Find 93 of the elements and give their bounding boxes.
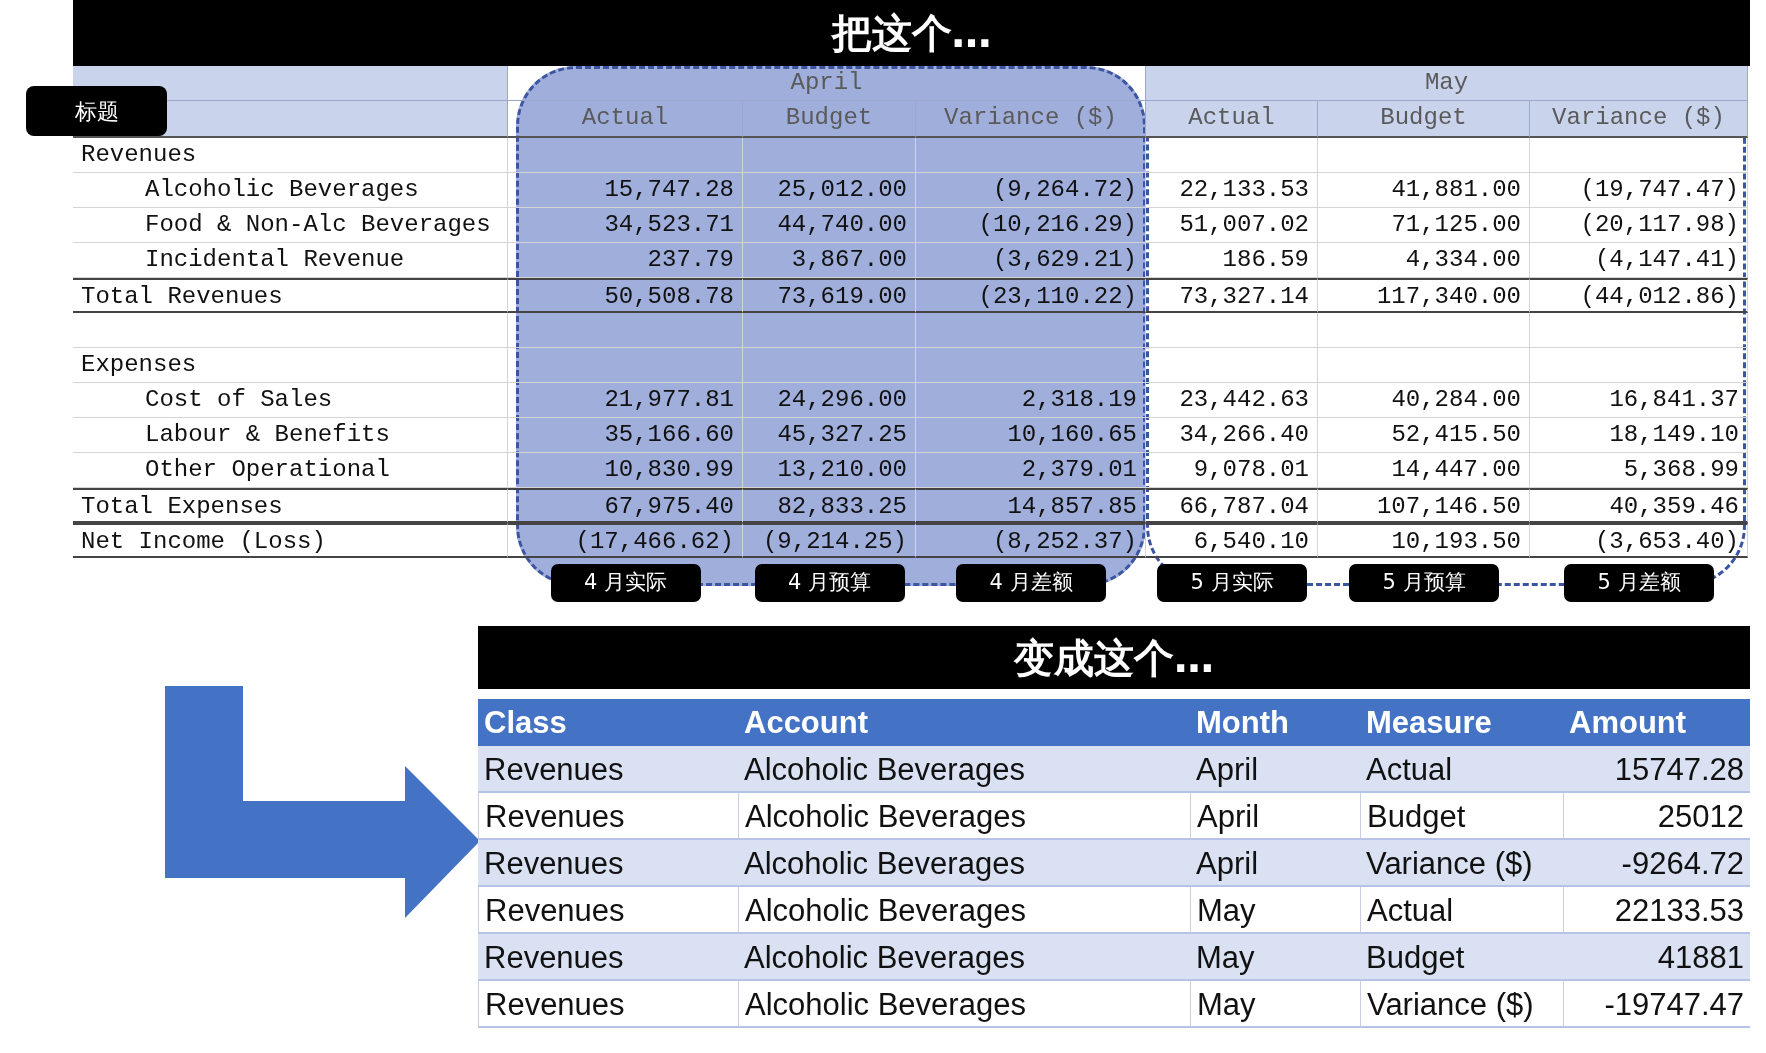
column-tag: 5 月实际 — [1157, 564, 1307, 602]
table-cell: Alcoholic Beverages — [738, 793, 1190, 840]
table-cell: -19747.47 — [1563, 981, 1750, 1028]
table-cell: Alcoholic Beverages — [738, 746, 1190, 793]
table-cell: 22,133.53 — [1146, 173, 1318, 208]
table-cell: April — [1190, 746, 1360, 793]
table-cell: April — [1190, 793, 1360, 840]
column-header: Budget — [1318, 101, 1530, 138]
table-cell: -9264.72 — [1563, 840, 1750, 887]
table-cell: (44,012.86) — [1530, 278, 1748, 313]
table-cell: Budget — [1360, 934, 1563, 981]
column-header: Amount — [1563, 699, 1750, 746]
table-cell: 15747.28 — [1563, 746, 1750, 793]
row-label: Incidental Revenue — [73, 243, 508, 278]
table-cell: Actual — [1360, 746, 1563, 793]
table-cell: Revenues — [478, 793, 738, 840]
table-cell: (20,117.98) — [1530, 208, 1748, 243]
table-cell: (17,466.62) — [508, 523, 743, 558]
table-cell: 40,359.46 — [1530, 488, 1748, 523]
total-label: Total Revenues — [73, 278, 508, 313]
table-cell: 71,125.00 — [1318, 208, 1530, 243]
table-cell: April — [1190, 840, 1360, 887]
table-cell: 50,508.78 — [508, 278, 743, 313]
table-cell: Variance ($) — [1360, 981, 1563, 1028]
table-cell: May — [1190, 981, 1360, 1028]
table-cell: Revenues — [478, 746, 738, 793]
table-cell: 107,146.50 — [1318, 488, 1530, 523]
row-label: Other Operational — [73, 453, 508, 488]
table-cell: May — [1190, 934, 1360, 981]
table-cell: May — [1190, 887, 1360, 934]
table-cell: 73,327.14 — [1146, 278, 1318, 313]
table-cell: 41881 — [1563, 934, 1750, 981]
table-cell: 66,787.04 — [1146, 488, 1318, 523]
table-cell: 16,841.37 — [1530, 383, 1748, 418]
table-cell: Budget — [1360, 793, 1563, 840]
table-cell: 25012 — [1563, 793, 1750, 840]
table-cell: 41,881.00 — [1318, 173, 1530, 208]
table-cell: 6,540.10 — [1146, 523, 1318, 558]
table-cell: Revenues — [478, 934, 738, 981]
table-cell: (19,747.47) — [1530, 173, 1748, 208]
total-label: Net Income (Loss) — [73, 523, 508, 558]
column-header: Measure — [1360, 699, 1563, 746]
table-cell: 40,284.00 — [1318, 383, 1530, 418]
table-cell: 52,415.50 — [1318, 418, 1530, 453]
table-cell: Revenues — [478, 981, 738, 1028]
column-header: Class — [478, 699, 738, 746]
column-header: Account — [738, 699, 1190, 746]
group-header: May — [1146, 66, 1748, 101]
table-cell: (4,147.41) — [1530, 243, 1748, 278]
table-cell: 4,334.00 — [1318, 243, 1530, 278]
table-cell: 34,266.40 — [1146, 418, 1318, 453]
column-tag: 5 月差额 — [1564, 564, 1714, 602]
section-label: Expenses — [73, 348, 508, 383]
table-cell: 5,368.99 — [1530, 453, 1748, 488]
column-header: Variance ($) — [1530, 101, 1748, 138]
table-cell: 23,442.63 — [1146, 383, 1318, 418]
table-cell: (3,653.40) — [1530, 523, 1748, 558]
callout-label: 标题 — [26, 86, 167, 136]
table-cell: 186.59 — [1146, 243, 1318, 278]
table-cell: 9,078.01 — [1146, 453, 1318, 488]
table-cell: 22133.53 — [1563, 887, 1750, 934]
column-tag: 4 月预算 — [754, 564, 905, 602]
table-cell: Alcoholic Beverages — [738, 887, 1190, 934]
table-cell: 14,447.00 — [1318, 453, 1530, 488]
section-label: Revenues — [73, 138, 508, 173]
table-cell: Alcoholic Beverages — [738, 981, 1190, 1028]
total-label: Total Expenses — [73, 488, 508, 523]
table-cell: 51,007.02 — [1146, 208, 1318, 243]
column-header: Month — [1190, 699, 1360, 746]
table-cell: (8,252.37) — [916, 523, 1146, 558]
row-label: Labour & Benefits — [73, 418, 508, 453]
table-cell: Actual — [1360, 887, 1563, 934]
table-cell: Variance ($) — [1360, 840, 1563, 887]
table-cell: Alcoholic Beverages — [738, 934, 1190, 981]
column-tag: 4 月差额 — [956, 564, 1106, 602]
table-cell: Revenues — [478, 887, 738, 934]
table-cell: 10,193.50 — [1318, 523, 1530, 558]
column-tag: 4 月实际 — [550, 564, 701, 602]
table-cell: 117,340.00 — [1318, 278, 1530, 313]
banner-title: 把这个… — [73, 0, 1750, 66]
table-cell: 18,149.10 — [1530, 418, 1748, 453]
table-cell: 67,975.40 — [508, 488, 743, 523]
column-tag: 5 月预算 — [1349, 564, 1499, 602]
column-header: Actual — [1146, 101, 1318, 138]
banner-title: 变成这个… — [478, 626, 1750, 689]
row-label: Food & Non-Alc Beverages — [73, 208, 508, 243]
table-cell: (23,110.22) — [916, 278, 1146, 313]
table-cell: Alcoholic Beverages — [738, 840, 1190, 887]
table-cell: 14,857.85 — [916, 488, 1146, 523]
table-cell: Revenues — [478, 840, 738, 887]
bent-arrow-icon — [165, 686, 478, 918]
row-label: Alcoholic Beverages — [73, 173, 508, 208]
row-label: Cost of Sales — [73, 383, 508, 418]
